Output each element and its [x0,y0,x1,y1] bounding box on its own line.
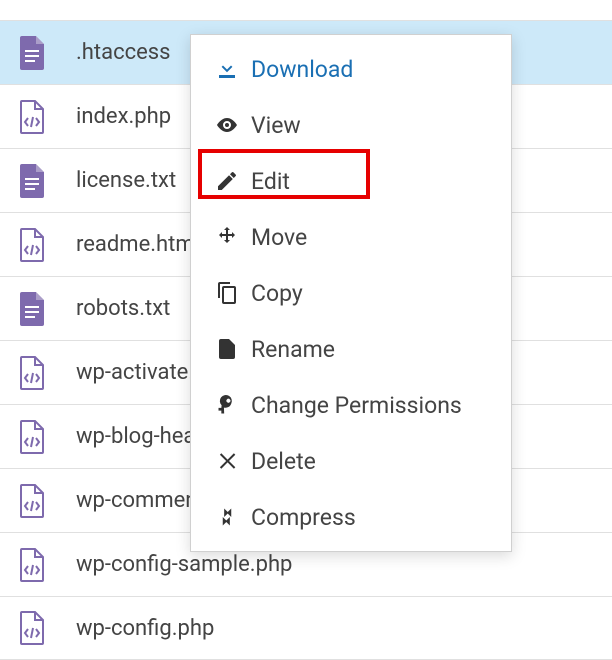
file-name: wp-config-sample.php [66,552,292,577]
code-file-icon [18,419,66,455]
menu-label: Compress [245,504,356,531]
menu-label: Rename [245,336,335,363]
menu-item-permissions[interactable]: Change Permissions [191,377,511,433]
file-icon [209,337,245,361]
folder-icon [18,0,66,6]
download-icon [209,57,245,81]
file-name: readme.html [66,232,200,257]
pencil-icon [209,169,245,193]
eye-icon [209,113,245,137]
menu-label: Copy [245,280,303,307]
file-row[interactable]: wp-includes [0,0,612,20]
menu-label: Edit [245,168,290,195]
document-icon [18,163,66,199]
code-file-icon [18,99,66,135]
menu-label: Move [245,224,307,251]
compress-icon [209,505,245,529]
file-name: robots.txt [66,296,170,321]
document-icon [18,35,66,71]
menu-item-copy[interactable]: Copy [191,265,511,321]
menu-item-edit[interactable]: Edit [191,153,511,209]
menu-item-compress[interactable]: Compress [191,489,511,545]
code-file-icon [18,547,66,583]
menu-label: Download [245,56,353,83]
document-icon [18,291,66,327]
code-file-icon [18,355,66,391]
key-icon [209,393,245,417]
file-name: license.txt [66,168,176,193]
code-file-icon [18,227,66,263]
menu-label: Change Permissions [245,392,462,419]
menu-label: Delete [245,448,316,475]
file-name: wp-config.php [66,616,214,641]
file-name: wp-includes [66,0,193,1]
close-icon [209,449,245,473]
file-row[interactable]: wp-config.php [0,596,612,660]
code-file-icon [18,483,66,519]
menu-item-move[interactable]: Move [191,209,511,265]
menu-label: View [245,112,301,139]
copy-icon [209,281,245,305]
code-file-icon [18,610,66,646]
context-menu: Download View Edit Move Copy Rename Ch [190,34,512,552]
move-icon [209,225,245,249]
menu-item-rename[interactable]: Rename [191,321,511,377]
file-name: .htaccess [66,40,171,65]
menu-item-download[interactable]: Download [191,41,511,97]
file-name: index.php [66,104,171,129]
menu-item-delete[interactable]: Delete [191,433,511,489]
menu-item-view[interactable]: View [191,97,511,153]
